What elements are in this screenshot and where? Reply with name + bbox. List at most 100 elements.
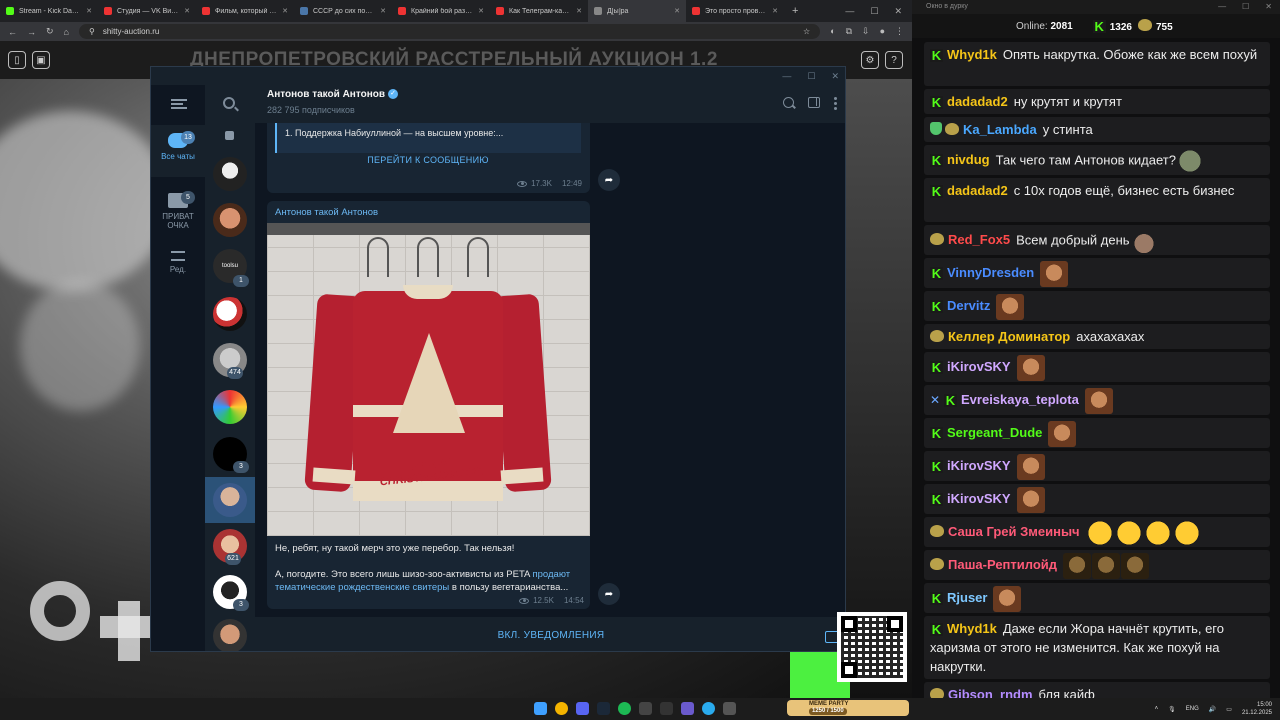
tab-close-icon[interactable]: ✕ [772, 7, 778, 15]
sidebar-toggle-icon[interactable] [808, 97, 820, 108]
minimize-icon[interactable]: — [1218, 0, 1226, 14]
folder-private[interactable]: 5 ПРИВАТ ОЧКА [151, 185, 205, 237]
chat-username[interactable]: Паша-Рептилойд [948, 557, 1057, 572]
app-icon[interactable] [660, 702, 673, 715]
chat-username[interactable]: VinnyDresden [947, 265, 1034, 280]
telegram-icon[interactable] [702, 702, 715, 715]
obs-icon[interactable] [639, 702, 652, 715]
profile-icon[interactable]: ● [880, 26, 885, 37]
chat-username[interactable]: Rjuser [947, 590, 987, 605]
start-icon[interactable] [534, 702, 547, 715]
language-indicator[interactable]: ENG [1186, 706, 1199, 712]
chat-avatar[interactable] [213, 390, 247, 424]
chat-username[interactable]: Sergeant_Dude [947, 425, 1042, 440]
tray-chevron-icon[interactable]: ˄ [1155, 706, 1159, 712]
browser-tab[interactable]: Stream - Kick Dashboard ✕ [0, 0, 98, 22]
app-icon[interactable] [681, 702, 694, 715]
search-icon[interactable] [783, 97, 794, 108]
browser-tab[interactable]: СССР до сих пор существ ✕ [294, 0, 392, 22]
chat-username[interactable]: Dervitz [947, 298, 990, 313]
volume-icon[interactable]: 🔊 [1209, 706, 1216, 713]
settings-icon[interactable]: ⚙ [861, 51, 879, 69]
chat-username[interactable]: dadadad2 [947, 94, 1008, 109]
reply-quote[interactable]: 1. Поддержка Набиуллиной — на высшем уро… [275, 123, 581, 153]
close-icon[interactable]: ✕ [1265, 0, 1272, 14]
spotify-icon[interactable] [618, 702, 631, 715]
chat-username[interactable]: Whyd1k [947, 621, 997, 636]
back-icon[interactable]: ← [8, 27, 17, 37]
chat-username[interactable]: iKirovSKY [947, 458, 1011, 473]
minimize-icon[interactable]: — [782, 71, 791, 81]
bookmark-star-icon[interactable]: ☆ [803, 27, 810, 36]
more-options-icon[interactable] [834, 97, 837, 110]
folder-edit[interactable]: Ред. [151, 243, 205, 283]
chat-header[interactable]: Антонов такой Антонов ✓ 282 795 подписчик… [255, 85, 845, 123]
minimize-icon[interactable]: — [845, 6, 854, 17]
forward-icon[interactable]: → [27, 27, 36, 37]
chrome-icon[interactable] [555, 702, 568, 715]
archive-icon[interactable] [225, 131, 234, 140]
extension-icon[interactable]: ◐ [830, 26, 835, 37]
tab-close-icon[interactable]: ✕ [86, 7, 92, 15]
chat-avatar-selected[interactable] [213, 483, 247, 517]
chat-avatar[interactable] [213, 157, 247, 191]
mic-icon[interactable]: 🎙 [1168, 706, 1176, 713]
post-photo[interactable]: HAPPY CHRISTMASSACRE [267, 223, 590, 536]
menu-icon[interactable]: ⋮ [895, 26, 904, 37]
chat-avatar[interactable] [213, 203, 247, 237]
app-icon[interactable] [723, 702, 736, 715]
chat-username[interactable]: Whyd1k [947, 47, 997, 62]
maximize-icon[interactable]: ☐ [1242, 0, 1249, 14]
chat-username[interactable]: Саша Грей Змеиныч [948, 524, 1080, 539]
chat-avatar[interactable] [213, 619, 247, 651]
kick-badge-icon: K [930, 266, 943, 282]
network-icon[interactable]: ▭ [1226, 706, 1232, 713]
steam-icon[interactable] [597, 702, 610, 715]
tab-close-icon[interactable]: ✕ [674, 7, 680, 15]
site-info-icon[interactable]: ⚲ [89, 27, 95, 36]
folder-all-chats[interactable]: 13 Все чаты [151, 125, 205, 177]
chat-avatar[interactable] [213, 297, 247, 331]
go-to-message-button[interactable]: ПЕРЕЙТИ К СООБЩЕНИЮ [275, 155, 581, 165]
discord-icon[interactable] [576, 702, 589, 715]
tab-close-icon[interactable]: ✕ [478, 7, 484, 15]
close-icon[interactable]: ✕ [894, 6, 902, 17]
browser-tab[interactable]: Студия — VK Видео Live ✕ [98, 0, 196, 22]
share-button[interactable]: ➦ [598, 169, 620, 191]
post-author[interactable]: Антонов такой Антонов [275, 207, 378, 218]
close-icon[interactable]: ✕ [831, 71, 839, 82]
chat-username[interactable]: iKirovSKY [947, 491, 1011, 506]
browser-tab[interactable]: Д[ы]ра ✕ [588, 0, 686, 22]
help-icon[interactable]: ? [885, 51, 903, 69]
sidebar-toggle-icon[interactable]: ▯ [8, 51, 26, 69]
chat-username[interactable]: iKirovSKY [947, 359, 1011, 374]
maximize-icon[interactable]: ☐ [807, 71, 815, 82]
chat-username[interactable]: Red_Fox5 [948, 232, 1010, 247]
hamburger-menu-icon[interactable] [171, 99, 187, 109]
chat-username[interactable]: Келлер Доминатор [948, 329, 1070, 344]
tab-close-icon[interactable]: ✕ [380, 7, 386, 15]
chat-username[interactable]: Evreiskaya_teplota [961, 392, 1079, 407]
browser-tab[interactable]: Как Телеграм-каналы ✕ [490, 0, 588, 22]
share-button[interactable]: ➦ [598, 583, 620, 605]
reload-icon[interactable]: ↻ [46, 26, 54, 37]
chat-username[interactable]: Ka_Lambda [963, 122, 1037, 137]
puzzle-icon[interactable]: ⧉ [846, 26, 852, 37]
maximize-icon[interactable]: ☐ [870, 6, 878, 17]
tab-close-icon[interactable]: ✕ [282, 7, 288, 15]
new-tab-button[interactable]: + [784, 5, 806, 17]
home-icon[interactable]: ⌂ [64, 27, 69, 37]
browser-tab[interactable]: Фильм, который сломал ✕ [196, 0, 294, 22]
enable-notifications-button[interactable]: ВКЛ. УВЕДОМЛЕНИЯ [255, 617, 845, 651]
browser-tab[interactable]: Это просто проверка ✕ [686, 0, 784, 22]
download-icon[interactable]: ⇩ [862, 26, 870, 37]
save-icon[interactable]: ▣ [32, 51, 50, 69]
chat-username[interactable]: dadadad2 [947, 183, 1008, 198]
browser-tab[interactable]: Крайний бой разведчи ✕ [392, 0, 490, 22]
search-icon[interactable] [223, 97, 235, 109]
tab-close-icon[interactable]: ✕ [576, 7, 582, 15]
clock[interactable]: 15:00 21.12.2025 [1242, 701, 1272, 717]
url-input[interactable]: ⚲ shitty-auction.ru ☆ [78, 24, 821, 39]
chat-username[interactable]: nivdug [947, 152, 990, 167]
tab-close-icon[interactable]: ✕ [184, 7, 190, 15]
